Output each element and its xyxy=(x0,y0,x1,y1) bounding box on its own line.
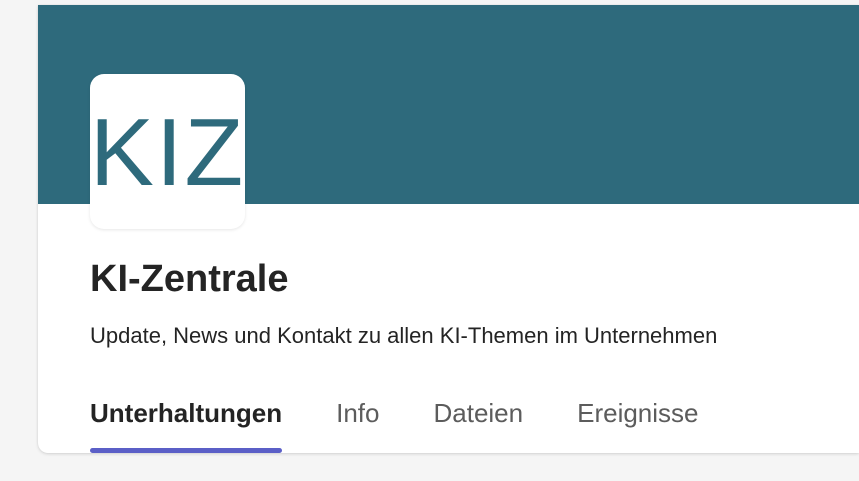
team-header-card: KIZ KI-Zentrale Update, News und Kontakt… xyxy=(38,5,859,453)
tab-dateien[interactable]: Dateien xyxy=(433,391,523,453)
tab-unterhaltungen[interactable]: Unterhaltungen xyxy=(90,391,283,453)
team-logo-text: KIZ xyxy=(90,98,245,206)
tab-label: Unterhaltungen xyxy=(90,398,283,428)
team-logo: KIZ xyxy=(90,74,245,229)
tab-label: Dateien xyxy=(433,398,524,428)
team-description: Update, News und Kontakt zu allen KI-The… xyxy=(90,323,718,348)
team-tabs: Unterhaltungen Info Dateien Ereignisse xyxy=(90,391,753,453)
active-tab-indicator xyxy=(90,448,283,453)
team-name: KI-Zentrale xyxy=(90,258,289,300)
tab-label: Ereignisse xyxy=(577,398,699,428)
tab-ereignisse[interactable]: Ereignisse xyxy=(577,391,698,453)
tab-label: Info xyxy=(336,398,380,428)
tab-info[interactable]: Info xyxy=(336,391,379,453)
